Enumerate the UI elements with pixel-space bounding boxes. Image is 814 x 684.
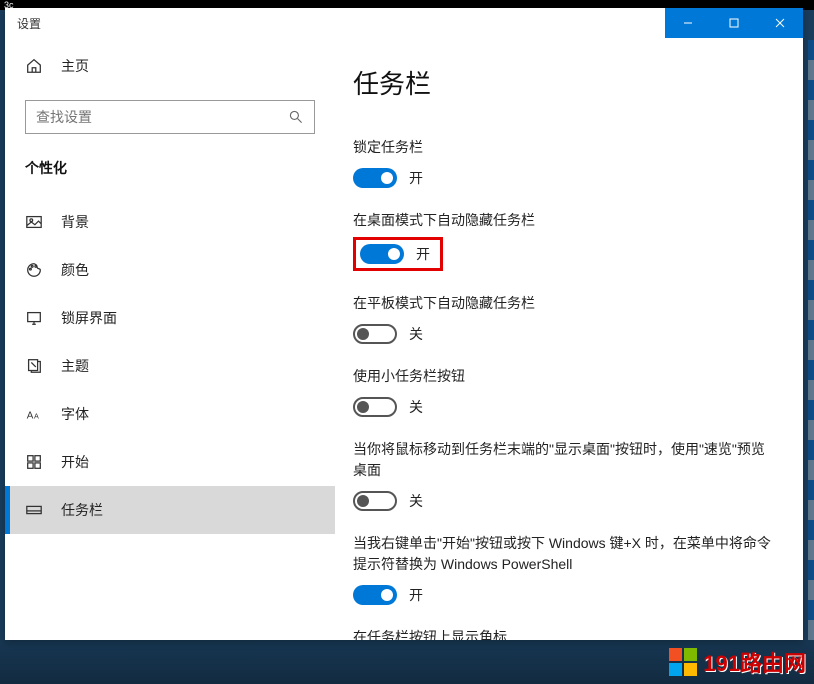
sidebar-item-taskbar[interactable]: 任务栏	[5, 486, 335, 534]
toggle-row: 关	[353, 324, 771, 344]
toggle-row: 开	[353, 168, 771, 188]
themes-icon	[25, 357, 43, 375]
toggle-switch[interactable]	[360, 244, 404, 264]
lockscreen-icon	[25, 309, 43, 327]
taskbar-icon	[25, 501, 43, 519]
setting-label: 在任务栏按钮上显示角标	[353, 627, 771, 640]
desktop-taskbar-overlay: 191路由网	[0, 640, 814, 684]
search-input[interactable]	[36, 109, 288, 125]
toggle-switch[interactable]	[353, 324, 397, 344]
setting-block: 当你将鼠标移动到任务栏末端的"显示桌面"按钮时，使用"速览"预览桌面关	[353, 439, 771, 511]
toggle-row: 开	[353, 585, 771, 605]
setting-label: 当我右键单击"开始"按钮或按下 Windows 键+X 时，在菜单中将命令提示符…	[353, 533, 771, 575]
search-icon	[288, 109, 304, 125]
desktop-edge	[808, 40, 814, 640]
sidebar-item-label: 主题	[61, 356, 89, 376]
setting-block: 当我右键单击"开始"按钮或按下 Windows 键+X 时，在菜单中将命令提示符…	[353, 533, 771, 605]
setting-block: 在平板模式下自动隐藏任务栏关	[353, 293, 771, 344]
toggle-state-text: 关	[409, 397, 423, 417]
toggle-state-text: 开	[409, 168, 423, 188]
palette-icon	[25, 261, 43, 279]
sidebar-item-label: 背景	[61, 212, 89, 232]
sidebar-item-label: 开始	[61, 452, 89, 472]
toggle-switch[interactable]	[353, 397, 397, 417]
toggle-row: 关	[353, 491, 771, 511]
sidebar-item-fonts[interactable]: AA 字体	[5, 390, 335, 438]
fonts-icon: AA	[25, 405, 43, 423]
sidebar-item-colors[interactable]: 颜色	[5, 246, 335, 294]
svg-text:A: A	[34, 412, 39, 421]
search-box[interactable]	[25, 100, 315, 134]
watermark-text: 191路由网	[703, 646, 806, 678]
toggle-state-text: 关	[409, 491, 423, 511]
toggle-switch[interactable]	[353, 168, 397, 188]
start-icon	[25, 453, 43, 471]
home-label: 主页	[61, 56, 89, 76]
sidebar-item-label: 字体	[61, 404, 89, 424]
toggle-switch[interactable]	[353, 585, 397, 605]
content-pane: 任务栏 锁定任务栏开在桌面模式下自动隐藏任务栏开在平板模式下自动隐藏任务栏关使用…	[335, 38, 803, 640]
sidebar: 主页 个性化 背景 颜色 锁屏界面	[5, 38, 335, 640]
minimize-button[interactable]	[665, 8, 711, 38]
setting-label: 在桌面模式下自动隐藏任务栏	[353, 210, 771, 231]
window-title: 设置	[5, 15, 41, 32]
settings-window: 设置 主页 个性化 背景	[5, 8, 803, 640]
svg-text:A: A	[27, 411, 34, 422]
setting-block: 在任务栏按钮上显示角标	[353, 627, 771, 640]
sidebar-item-label: 任务栏	[61, 500, 103, 520]
setting-block: 使用小任务栏按钮关	[353, 366, 771, 417]
page-title: 任务栏	[353, 64, 771, 101]
toggle-switch[interactable]	[353, 491, 397, 511]
sidebar-item-themes[interactable]: 主题	[5, 342, 335, 390]
sidebar-item-lockscreen[interactable]: 锁屏界面	[5, 294, 335, 342]
sidebar-item-start[interactable]: 开始	[5, 438, 335, 486]
setting-label: 锁定任务栏	[353, 137, 771, 158]
titlebar: 设置	[5, 8, 803, 38]
sidebar-item-background[interactable]: 背景	[5, 198, 335, 246]
toggle-state-text: 关	[409, 324, 423, 344]
sidebar-item-label: 颜色	[61, 260, 89, 280]
maximize-button[interactable]	[711, 8, 757, 38]
setting-label: 使用小任务栏按钮	[353, 366, 771, 387]
windows-logo-icon	[669, 648, 697, 676]
setting-block: 在桌面模式下自动隐藏任务栏开	[353, 210, 771, 271]
home-nav[interactable]: 主页	[5, 46, 335, 86]
search-wrap	[25, 100, 315, 134]
home-icon	[25, 57, 43, 75]
titlebar-controls	[665, 8, 803, 38]
toggle-row: 关	[353, 397, 771, 417]
sidebar-item-label: 锁屏界面	[61, 308, 117, 328]
category-header: 个性化	[5, 154, 335, 198]
highlight-annotation: 开	[353, 237, 443, 271]
setting-block: 锁定任务栏开	[353, 137, 771, 188]
image-icon	[25, 213, 43, 231]
setting-label: 当你将鼠标移动到任务栏末端的"显示桌面"按钮时，使用"速览"预览桌面	[353, 439, 771, 481]
toggle-state-text: 开	[416, 244, 430, 264]
close-button[interactable]	[757, 8, 803, 38]
setting-label: 在平板模式下自动隐藏任务栏	[353, 293, 771, 314]
toggle-state-text: 开	[409, 585, 423, 605]
